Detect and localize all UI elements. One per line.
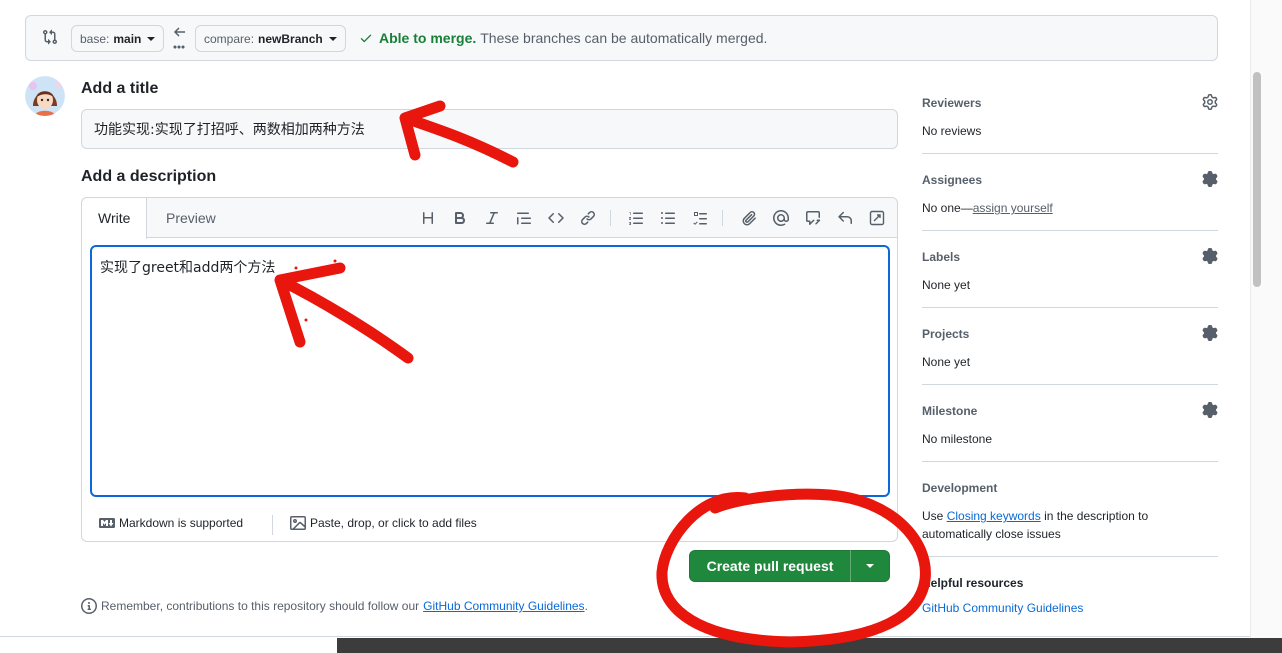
milestone-label: Milestone — [922, 404, 978, 418]
quote-icon[interactable] — [514, 208, 534, 228]
italic-icon[interactable] — [482, 208, 502, 228]
bold-icon[interactable] — [450, 208, 470, 228]
fullscreen-icon[interactable] — [867, 208, 887, 228]
markdown-hint[interactable]: Markdown is supported — [99, 515, 243, 531]
helpful-resources-label: Helpful resources — [922, 576, 1024, 590]
sidebar-projects: Projects None yet — [922, 325, 1218, 385]
toolbar-divider — [722, 210, 723, 226]
unordered-list-icon[interactable] — [658, 208, 678, 228]
cross-reference-icon[interactable] — [803, 208, 823, 228]
title-input[interactable] — [81, 109, 898, 149]
markdown-icon — [99, 518, 115, 528]
merge-status: Able to merge. These branches can be aut… — [359, 30, 767, 46]
ordered-list-icon[interactable] — [626, 208, 646, 228]
editor-tabs: Write Preview — [82, 198, 897, 239]
sidebar-labels: Labels None yet — [922, 248, 1218, 308]
mention-icon[interactable] — [771, 208, 791, 228]
image-icon — [290, 516, 306, 530]
create-pull-request-label: Create pull request — [706, 558, 834, 574]
base-branch-select[interactable]: base: main — [71, 25, 165, 52]
description-textarea[interactable] — [90, 245, 890, 497]
compare-bar: base: main compare: newBranch Able to merg… — [25, 15, 1218, 61]
gear-icon[interactable] — [1202, 248, 1218, 264]
create-pull-request-button[interactable]: Create pull request — [689, 550, 890, 582]
footer-divider — [272, 515, 273, 535]
assignees-value: No one—assign yourself — [922, 199, 1182, 217]
base-prefix: base: — [80, 31, 110, 46]
guidelines-note: Remember, contributions to this reposito… — [81, 598, 588, 614]
labels-label: Labels — [922, 250, 961, 264]
compare-branch-select[interactable]: compare: newBranch — [195, 25, 346, 52]
markdown-hint-label: Markdown is supported — [119, 516, 244, 530]
attach-files[interactable]: Paste, drop, or click to add files — [290, 515, 477, 531]
undo-icon[interactable] — [835, 208, 855, 228]
labels-value: None yet — [922, 278, 971, 292]
code-icon[interactable] — [546, 208, 566, 228]
arrow-left-icon — [172, 24, 188, 54]
sidebar-reviewers: Reviewers No reviews — [922, 94, 1218, 154]
merge-status-message: These branches can be automatically merg… — [480, 30, 768, 46]
caret-down-icon — [147, 36, 156, 41]
base-branch-name: main — [113, 31, 142, 46]
create-options-dropdown[interactable] — [851, 564, 889, 568]
bottom-overlay-strip — [337, 638, 1282, 653]
gear-icon[interactable] — [1202, 171, 1218, 187]
sidebar-assignees: Assignees No one—assign yourself — [922, 171, 1218, 231]
attach-files-label: Paste, drop, or click to add files — [310, 516, 477, 530]
description-editor: Write Preview 实现了greet和add两个方法 Markdown … — [81, 197, 898, 542]
avatar[interactable] — [25, 76, 65, 116]
tab-write[interactable]: Write — [82, 198, 148, 239]
tab-preview[interactable]: Preview — [150, 198, 232, 238]
gear-icon[interactable] — [1202, 402, 1218, 418]
community-guidelines-link[interactable]: GitHub Community Guidelines — [423, 599, 584, 613]
merge-status-label: Able to merge. — [379, 30, 477, 46]
title-label: Add a title — [81, 80, 159, 97]
assignees-label: Assignees — [922, 173, 983, 187]
reviewers-value: No reviews — [922, 124, 982, 138]
caret-down-icon — [328, 36, 337, 41]
scrollbar-thumb[interactable] — [1253, 72, 1261, 287]
compare-prefix: compare: — [204, 31, 255, 46]
task-list-icon[interactable] — [690, 208, 710, 228]
description-label: Add a description — [81, 168, 217, 185]
caret-down-icon — [866, 564, 874, 568]
development-value: Use Closing keywords in the description … — [922, 507, 1192, 543]
check-icon — [360, 34, 372, 43]
git-compare-icon — [42, 29, 60, 47]
toolbar-divider — [610, 210, 611, 226]
projects-label: Projects — [922, 327, 970, 341]
gear-icon[interactable] — [1202, 94, 1218, 110]
development-label: Development — [922, 481, 998, 495]
helpful-guidelines-link[interactable]: GitHub Community Guidelines — [922, 601, 1083, 615]
assignees-prefix: No one— — [922, 201, 973, 215]
editor-footer: Markdown is supported Paste, drop, or cl… — [82, 505, 897, 542]
reviewers-label: Reviewers — [922, 96, 982, 110]
link-icon[interactable] — [578, 208, 598, 228]
sidebar-development: Development Use Closing keywords in the … — [922, 481, 1218, 557]
gear-icon[interactable] — [1202, 325, 1218, 341]
assign-yourself-link[interactable]: assign yourself — [973, 201, 1053, 215]
projects-value: None yet — [922, 355, 971, 369]
heading-icon[interactable] — [418, 208, 438, 228]
sidebar-milestone: Milestone No milestone — [922, 402, 1218, 462]
guidelines-prefix: Remember, contributions to this reposito… — [101, 599, 420, 613]
closing-keywords-link[interactable]: Closing keywords — [947, 509, 1041, 523]
milestone-value: No milestone — [922, 432, 993, 446]
page-divider — [0, 636, 1250, 637]
guidelines-suffix: . — [584, 599, 588, 613]
info-icon — [81, 598, 97, 614]
development-prefix: Use — [922, 509, 944, 523]
paperclip-icon[interactable] — [739, 208, 759, 228]
compare-branch-name: newBranch — [258, 31, 323, 46]
